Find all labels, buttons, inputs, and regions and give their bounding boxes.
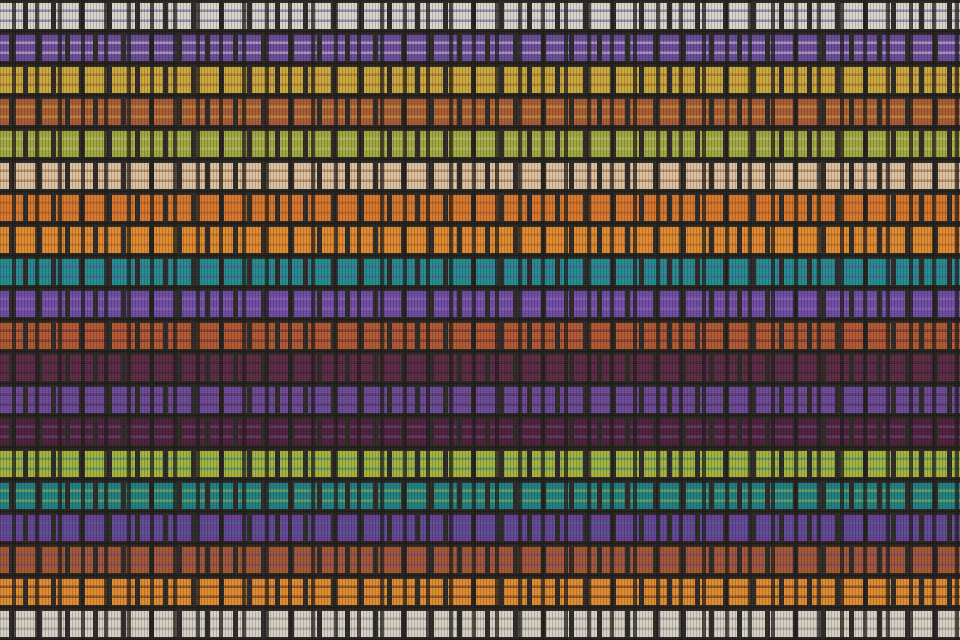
textile-thread-sheen: [0, 0, 960, 640]
woven-textile-image: [0, 0, 960, 640]
